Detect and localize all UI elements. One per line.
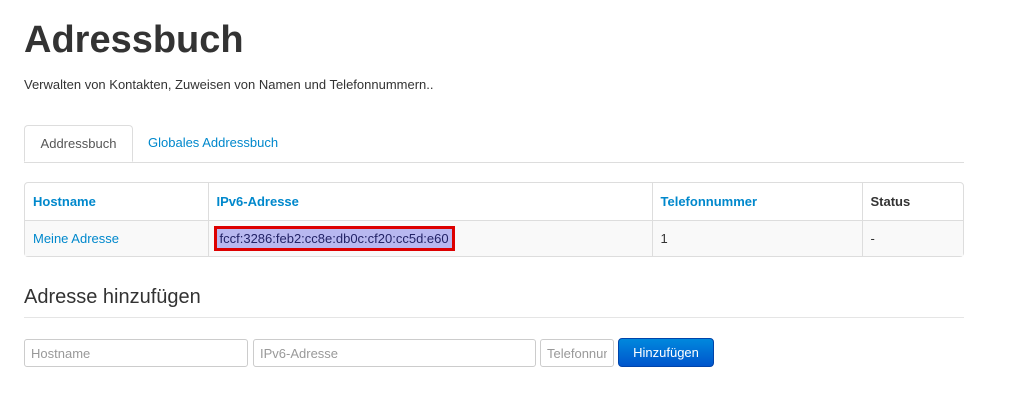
ipv6-address-highlighted: fccf:3286:feb2:cc8e:db0c:cf20:cc5d:e60: [213, 225, 455, 251]
section-divider: [24, 317, 964, 318]
table-row: Meine Adresse fccf:3286:feb2:cc8e:db0c:c…: [25, 219, 963, 256]
column-header-telefonnummer[interactable]: Telefonnummer: [651, 183, 862, 220]
address-table: Hostname IPv6-Adresse Telefonnummer Stat…: [24, 182, 964, 257]
row-status-cell: -: [861, 219, 963, 256]
column-header-status: Status: [861, 183, 963, 220]
row-ipv6-cell: fccf:3286:feb2:cc8e:db0c:cf20:cc5d:e60: [207, 219, 652, 256]
page-subtitle: Verwalten von Kontakten, Zuweisen von Na…: [24, 77, 434, 92]
column-header-hostname[interactable]: Hostname: [25, 183, 208, 220]
add-button[interactable]: Hinzufügen: [618, 338, 714, 367]
page-title: Adressbuch: [24, 19, 244, 61]
row-telefon-cell: 1: [651, 219, 862, 256]
addressbook-page: Adressbuch Verwalten von Kontakten, Zuwe…: [0, 0, 1014, 409]
column-header-ipv6[interactable]: IPv6-Adresse: [207, 183, 652, 220]
tab-bar: Addressbuch Globales Addressbuch: [24, 125, 964, 163]
table-header-row: Hostname IPv6-Adresse Telefonnummer Stat…: [25, 183, 963, 220]
hostname-input[interactable]: [24, 339, 248, 367]
ipv6-input[interactable]: [253, 339, 536, 367]
tab-globales-addressbuch[interactable]: Globales Addressbuch: [136, 125, 290, 161]
add-address-title: Adresse hinzufügen: [24, 286, 201, 308]
tab-addressbuch[interactable]: Addressbuch: [24, 125, 133, 162]
telefon-input[interactable]: [540, 339, 614, 367]
row-hostname-link[interactable]: Meine Adresse: [25, 219, 208, 256]
